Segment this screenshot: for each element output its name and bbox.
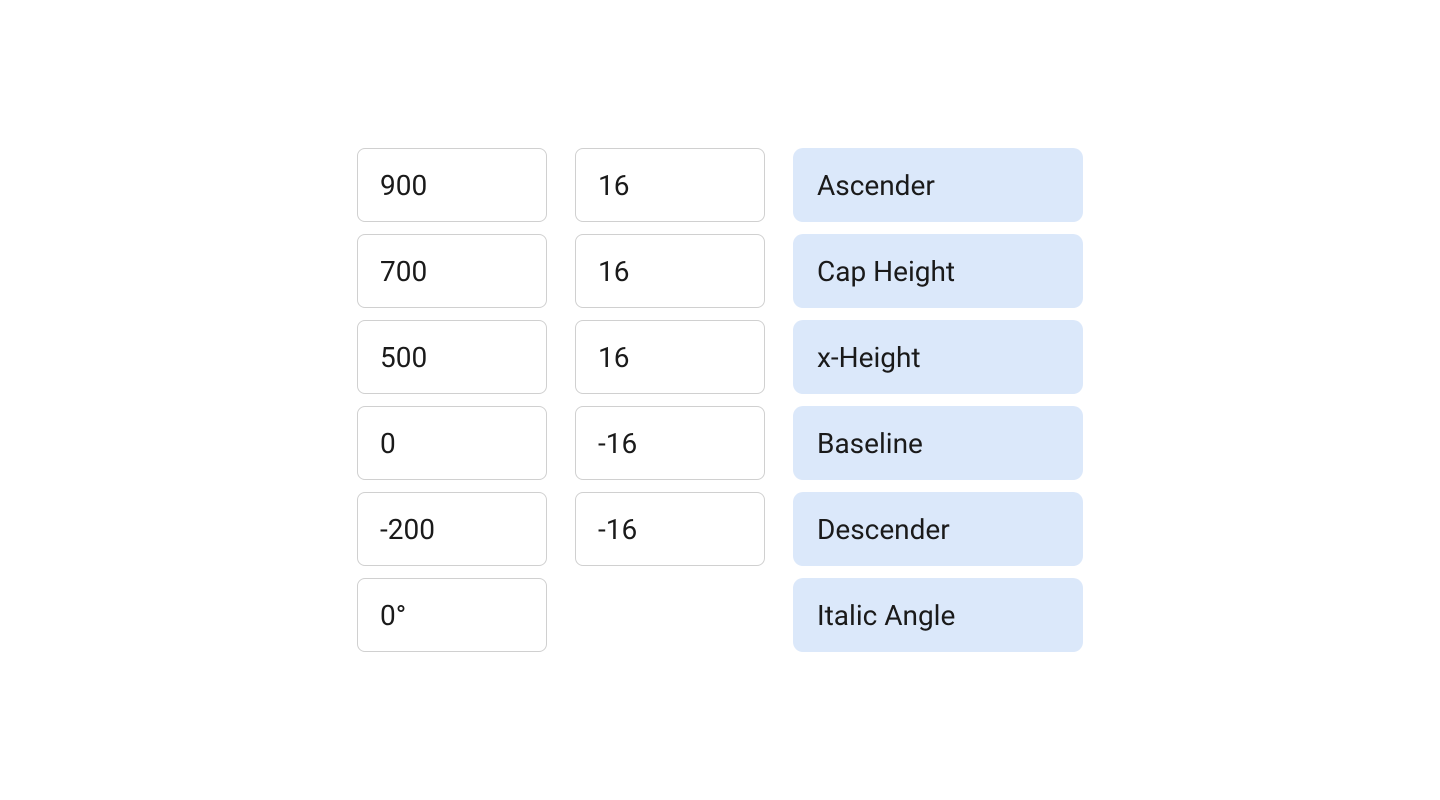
label-row0: Ascender <box>793 148 1083 222</box>
label-row4: Descender <box>793 492 1083 566</box>
label-row3: Baseline <box>793 406 1083 480</box>
col1-row1[interactable]: 700 <box>357 234 547 308</box>
col2-row0[interactable]: 16 <box>575 148 765 222</box>
col1-row0[interactable]: 900 <box>357 148 547 222</box>
col2-row2[interactable]: 16 <box>575 320 765 394</box>
col1-row3[interactable]: 0 <box>357 406 547 480</box>
col2-row4[interactable]: -16 <box>575 492 765 566</box>
col2-row1[interactable]: 16 <box>575 234 765 308</box>
col1-row5[interactable]: 0° <box>357 578 547 652</box>
label-row2: x-Height <box>793 320 1083 394</box>
label-row5: Italic Angle <box>793 578 1083 652</box>
col1-row2[interactable]: 500 <box>357 320 547 394</box>
col2-row3[interactable]: -16 <box>575 406 765 480</box>
metrics-grid: 900 16 Ascender 700 16 Cap Height 500 16 x-Heigh… <box>357 148 1083 652</box>
label-row1: Cap Height <box>793 234 1083 308</box>
col1-row4[interactable]: -200 <box>357 492 547 566</box>
